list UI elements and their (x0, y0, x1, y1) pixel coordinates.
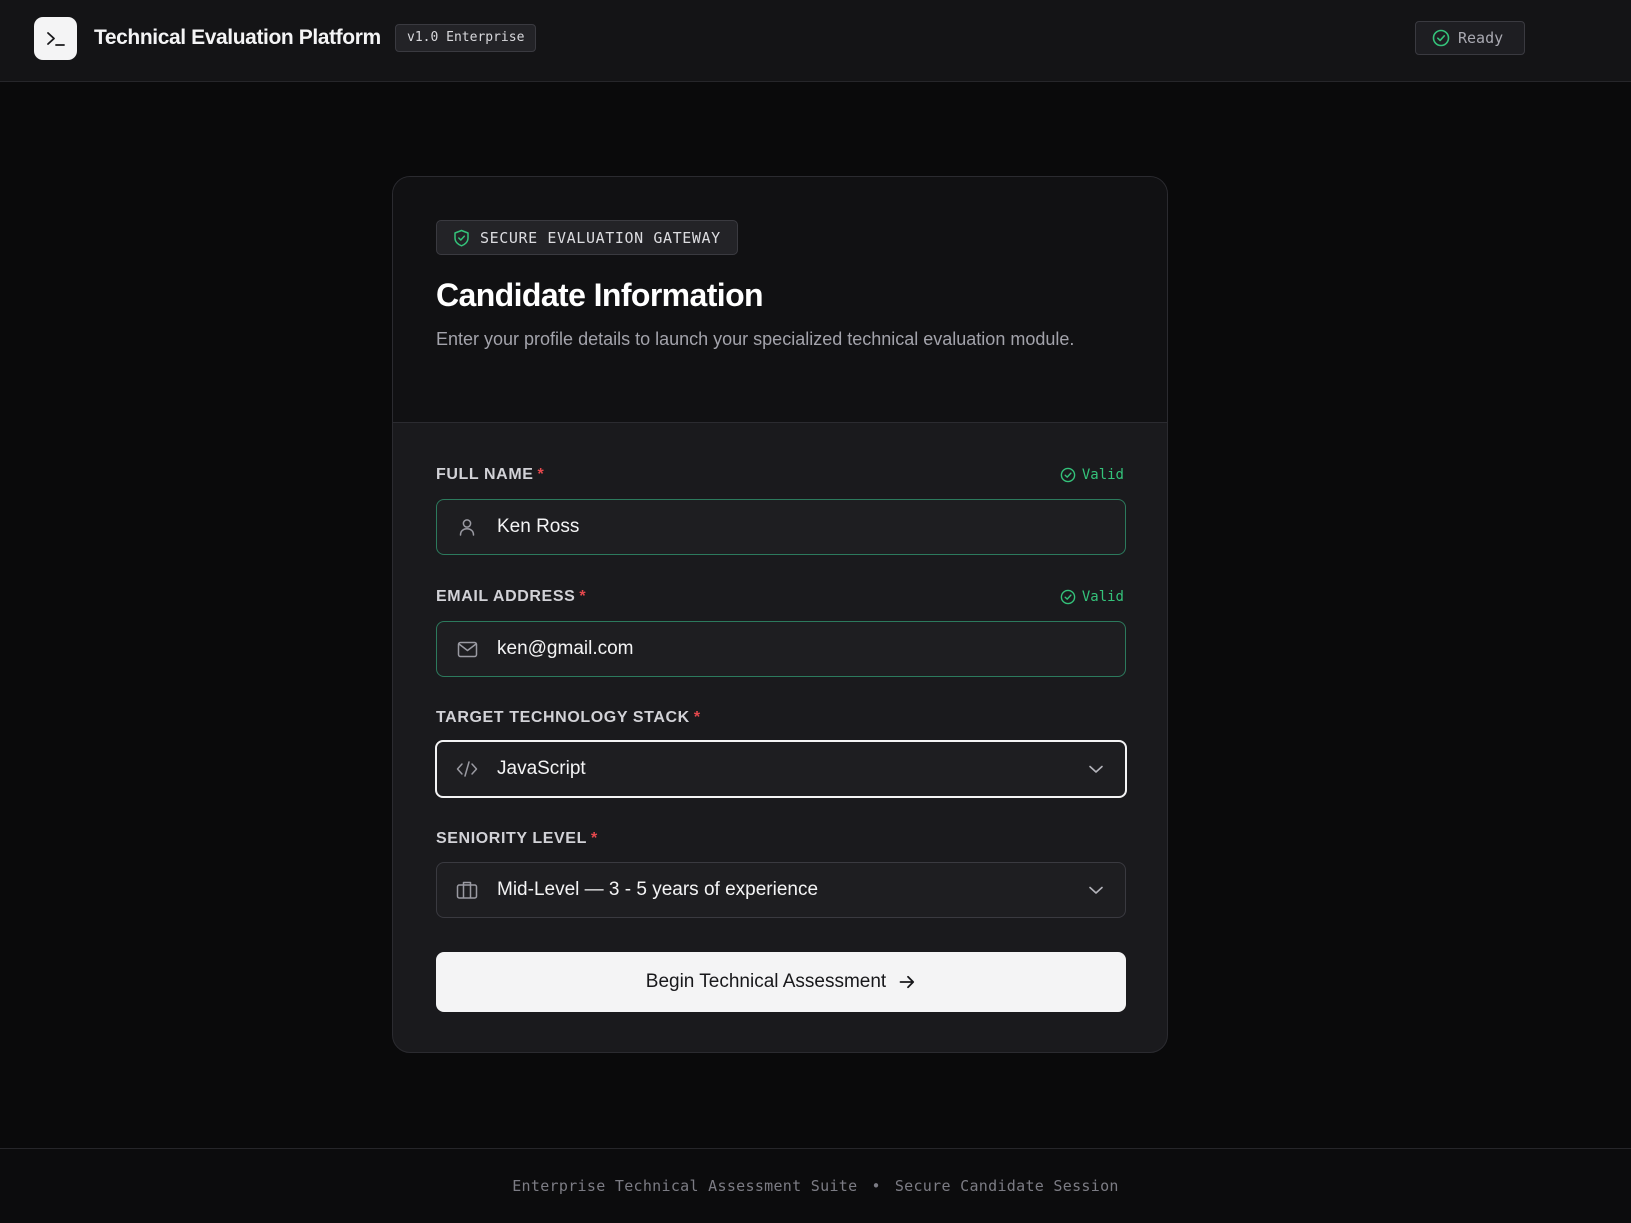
gateway-badge: SECURE EVALUATION GATEWAY (436, 220, 738, 255)
full-name-label: FULL NAME * (436, 466, 545, 483)
full-name-input[interactable]: Ken Ross (436, 499, 1126, 555)
page-subtitle: Enter your profile details to launch you… (436, 329, 1075, 349)
full-name-value: Ken Ross (497, 516, 580, 537)
footer-separator: • (871, 1177, 881, 1195)
briefcase-icon (437, 880, 497, 900)
seniority-value: Mid-Level — 3 - 5 years of experience (497, 879, 819, 900)
check-circle-icon (1432, 29, 1450, 47)
page-title: Candidate Information (436, 277, 764, 313)
user-icon (437, 517, 497, 537)
seniority-select[interactable]: Mid-Level — 3 - 5 years of experience (436, 862, 1126, 918)
code-icon (437, 760, 497, 778)
status-indicator: Ready (1415, 21, 1525, 55)
email-input[interactable]: ken@gmail.com (436, 621, 1126, 677)
check-circle-icon (1060, 589, 1076, 605)
card-header: SECURE EVALUATION GATEWAY Candidate Info… (393, 177, 1167, 423)
footer-session-text: Secure Candidate Session (894, 1177, 1119, 1195)
chevron-down-icon (1089, 765, 1103, 773)
candidate-form-card: SECURE EVALUATION GATEWAY Candidate Info… (392, 176, 1168, 1053)
full-name-valid-indicator: Valid (1060, 467, 1124, 483)
gateway-badge-label: SECURE EVALUATION GATEWAY (480, 228, 721, 247)
footer-suite-text: Enterprise Technical Assessment Suite (512, 1177, 858, 1195)
email-valid-indicator: Valid (1060, 589, 1124, 605)
terminal-prompt-icon[interactable] (34, 17, 77, 60)
email-label: EMAIL ADDRESS * (436, 588, 587, 605)
status-text: Ready (1458, 29, 1504, 47)
footer: Enterprise Technical Assessment Suite • … (0, 1148, 1631, 1223)
chevron-down-icon (1089, 886, 1103, 894)
app-title: Technical Evaluation Platform (94, 26, 381, 49)
tech-stack-value: JavaScript (497, 758, 586, 779)
top-bar: Technical Evaluation Platform v1.0 Enter… (0, 0, 1631, 82)
email-value: ken@gmail.com (497, 638, 634, 659)
tech-stack-select[interactable]: JavaScript (435, 740, 1127, 798)
check-circle-icon (1060, 467, 1076, 483)
arrow-right-icon (899, 975, 915, 989)
begin-assessment-button[interactable]: Begin Technical Assessment (436, 952, 1126, 1012)
version-badge: v1.0 Enterprise (395, 24, 537, 52)
shield-check-icon (454, 229, 469, 247)
seniority-label: SENIORITY LEVEL * (436, 830, 598, 847)
tech-stack-label: TARGET TECHNOLOGY STACK * (436, 709, 701, 726)
mail-icon (437, 641, 497, 658)
begin-assessment-label: Begin Technical Assessment (645, 971, 887, 992)
